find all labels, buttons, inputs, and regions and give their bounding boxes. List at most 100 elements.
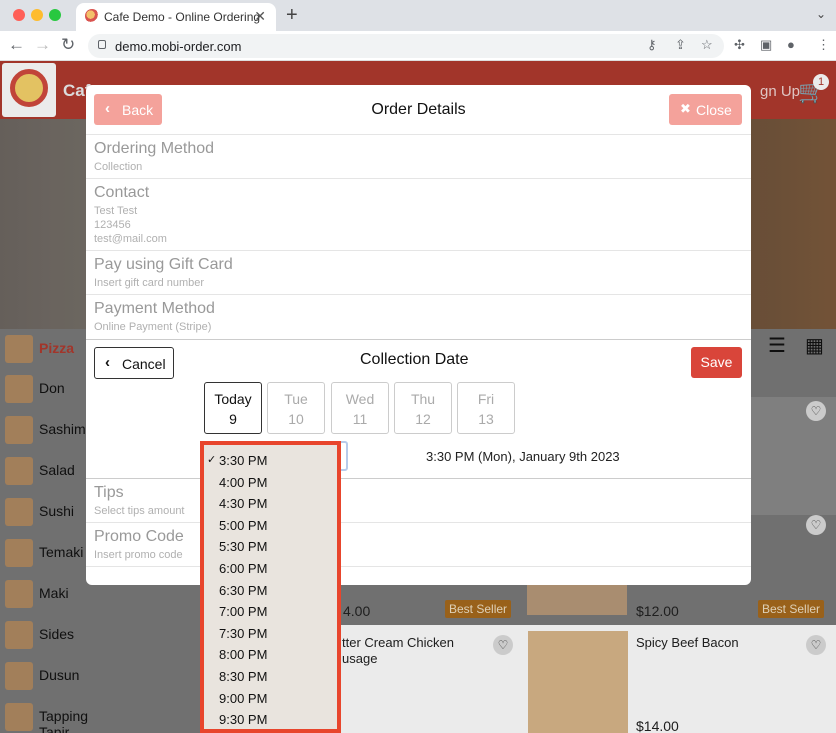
time-option[interactable]: 6:30 PM <box>204 580 337 601</box>
section-value: Insert promo code <box>94 549 183 561</box>
day-option-wed[interactable]: Wed 11 <box>331 382 389 434</box>
contact-section[interactable]: Contact Test Test 123456 test@mail.com <box>86 179 751 251</box>
share-icon[interactable]: ⇪ <box>675 37 686 53</box>
section-value: Collection <box>94 161 143 173</box>
time-option[interactable]: 4:00 PM <box>204 472 337 493</box>
close-label: Close <box>696 102 732 118</box>
day-option-fri[interactable]: Fri 13 <box>457 382 515 434</box>
day-option-tue[interactable]: Tue 10 <box>267 382 325 434</box>
time-option[interactable]: 8:30 PM <box>204 666 337 687</box>
section-title: Pay using Gift Card <box>94 256 233 273</box>
checkmark-icon: ✓ <box>207 454 217 466</box>
collection-date-title: Collection Date <box>360 351 469 368</box>
selected-collection-time: 3:30 PM (Mon), January 9th 2023 <box>426 449 620 464</box>
order-details-modal: ‹ Back Order Details ✖ Close Ordering Meth… <box>86 85 751 585</box>
time-option-label: 6:30 PM <box>219 583 268 598</box>
time-option[interactable]: 7:00 PM <box>204 601 337 622</box>
new-tab-icon[interactable]: + <box>286 4 298 27</box>
cancel-button[interactable]: ‹ Cancel <box>94 347 174 379</box>
page-viewport: Cafe gn Up 🛒 1 Pizza Don Sashimi Salad S… <box>0 61 836 733</box>
ordering-method-section[interactable]: Ordering Method Collection <box>86 135 751 179</box>
favicon-icon <box>85 9 99 23</box>
more-menu-icon[interactable]: ⋮ <box>817 37 830 53</box>
reload-icon[interactable]: ↻ <box>61 35 75 55</box>
time-option[interactable]: 5:00 PM <box>204 515 337 536</box>
address-bar[interactable]: demo.mobi-order.com <box>88 34 724 58</box>
time-option-label: 9:30 PM <box>219 712 268 727</box>
time-option[interactable]: 6:00 PM <box>204 558 337 579</box>
day-number: 12 <box>415 411 431 427</box>
section-value: Insert gift card number <box>94 277 205 289</box>
back-arrow-icon[interactable]: ← <box>8 35 25 55</box>
day-name: Wed <box>345 391 375 407</box>
url-text: demo.mobi-order.com <box>115 39 242 54</box>
tab-search-chevron-icon[interactable]: ⌄ <box>816 7 826 21</box>
section-title: Payment Method <box>94 300 215 317</box>
section-title: Ordering Method <box>94 140 215 157</box>
profile-icon[interactable]: ● <box>787 37 795 52</box>
tab-title: Cafe Demo - Online Ordering <box>104 10 261 24</box>
time-option-label: 8:00 PM <box>219 647 268 662</box>
cancel-label: Cancel <box>122 356 166 372</box>
sidepanel-icon[interactable]: ▣ <box>760 37 772 53</box>
time-dropdown-list: ✓ 3:30 PM 4:00 PM 4:30 PM 5:00 PM 5:30 PM… <box>200 441 341 733</box>
close-icon: ✖ <box>680 101 691 116</box>
section-title: Promo Code <box>94 528 184 545</box>
day-number: 13 <box>478 411 494 427</box>
lock-icon <box>98 40 106 49</box>
day-name: Fri <box>477 391 495 407</box>
gift-card-section[interactable]: Pay using Gift Card Insert gift card num… <box>86 251 751 295</box>
time-option-label: 6:00 PM <box>219 561 268 576</box>
day-option-today[interactable]: Today 9 <box>204 382 262 434</box>
payment-method-section[interactable]: Payment Method Online Payment (Stripe) <box>86 295 751 339</box>
day-name: Today <box>214 391 252 407</box>
key-icon[interactable]: ⚷ <box>647 37 657 53</box>
day-name: Tue <box>284 391 308 407</box>
day-option-thu[interactable]: Thu 12 <box>394 382 452 434</box>
time-option-label: 8:30 PM <box>219 669 268 684</box>
time-option[interactable]: 5:30 PM <box>204 536 337 557</box>
section-value: Online Payment (Stripe) <box>94 321 212 333</box>
contact-phone: 123456 <box>94 219 131 231</box>
time-option[interactable]: 9:30 PM <box>204 709 337 730</box>
time-option[interactable]: 8:00 PM <box>204 644 337 665</box>
time-option-label: 5:00 PM <box>219 518 268 533</box>
time-option-label: 7:00 PM <box>219 604 268 619</box>
chevron-left-icon: ‹ <box>105 354 110 371</box>
day-number: 10 <box>288 411 304 427</box>
star-icon[interactable]: ☆ <box>701 37 713 53</box>
tips-section[interactable]: Tips Select tips amount <box>86 479 751 523</box>
contact-email: test@mail.com <box>94 233 167 245</box>
time-option[interactable]: 4:30 PM <box>204 493 337 514</box>
close-button[interactable]: ✖ Close <box>669 94 742 125</box>
extensions-icon[interactable]: ✣ <box>734 37 745 53</box>
day-number: 9 <box>229 411 237 427</box>
time-option[interactable]: 7:30 PM <box>204 623 337 644</box>
window-close-dot[interactable] <box>13 9 25 21</box>
modal-header: ‹ Back Order Details ✖ Close <box>86 85 751 135</box>
time-option[interactable]: ✓ 3:30 PM <box>204 450 337 471</box>
time-option-label: 4:00 PM <box>219 475 268 490</box>
browser-tab-bar: Cafe Demo - Online Ordering ✕ + ⌄ <box>0 0 836 31</box>
window-minimize-dot[interactable] <box>31 9 43 21</box>
promo-code-section[interactable]: Promo Code Insert promo code <box>86 523 751 567</box>
section-value: Select tips amount <box>94 505 185 517</box>
save-button[interactable]: Save <box>691 347 742 378</box>
window-zoom-dot[interactable] <box>49 9 61 21</box>
time-option-label: 3:30 PM <box>219 453 268 468</box>
section-title: Contact <box>94 184 150 201</box>
forward-arrow-icon[interactable]: → <box>34 35 51 55</box>
browser-toolbar: ← → ↻ demo.mobi-order.com ⚷ ⇪ ☆ ✣ ▣ ● ⋮ <box>0 31 836 61</box>
contact-name: Test Test <box>94 205 138 217</box>
time-option-label: 9:00 PM <box>219 691 268 706</box>
modal-title: Order Details <box>371 101 466 118</box>
time-option[interactable]: 9:00 PM <box>204 688 337 709</box>
day-number: 11 <box>352 411 368 427</box>
collection-date-panel: ‹ Cancel Collection Date Save Today 9 Tue 1… <box>86 339 751 479</box>
section-title: Tips <box>94 484 124 501</box>
time-option-label: 7:30 PM <box>219 626 268 641</box>
tab-close-icon[interactable]: ✕ <box>254 8 266 25</box>
browser-tab[interactable]: Cafe Demo - Online Ordering ✕ <box>76 3 276 31</box>
day-name: Thu <box>410 391 436 407</box>
time-option-label: 4:30 PM <box>219 496 268 511</box>
